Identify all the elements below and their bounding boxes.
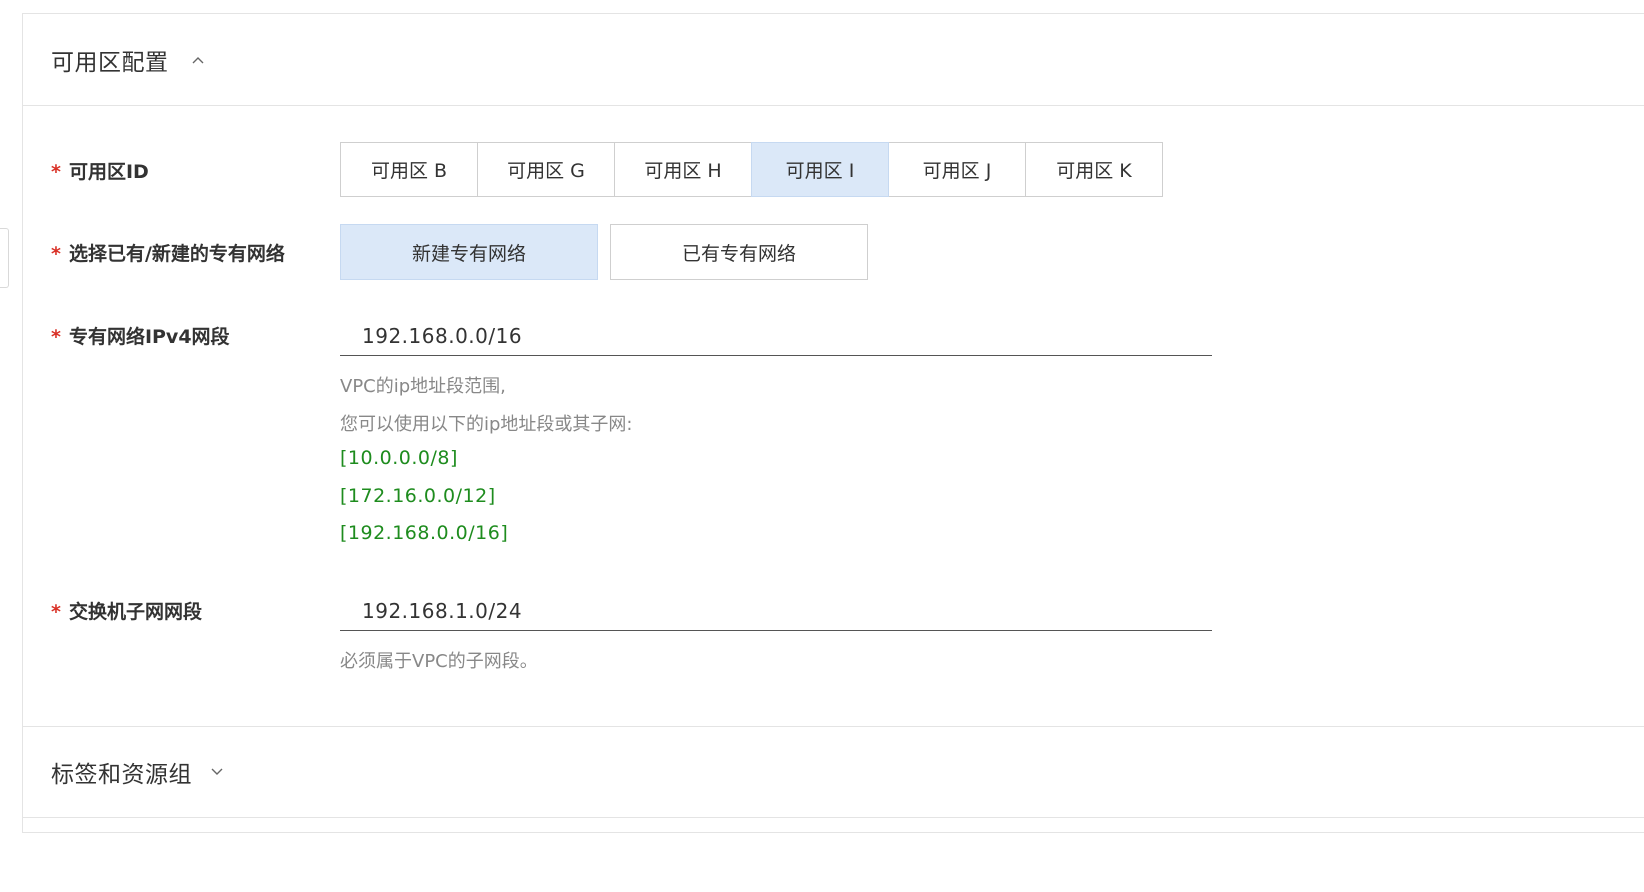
- zone-id-selector: 可用区 B 可用区 G 可用区 H 可用区 I 可用区 J 可用区 K: [340, 142, 1163, 197]
- zone-section-title: 可用区配置: [51, 49, 169, 76]
- config-panel: 可用区配置 * 可用区ID 可用区 B 可用区 G 可用区 H 可用区 I 可用区…: [22, 13, 1644, 833]
- required-mark: *: [51, 161, 61, 183]
- cidr-suggestion-192[interactable]: [192.168.0.0/16]: [340, 522, 508, 544]
- vpc-cidr-input[interactable]: 192.168.0.0/16: [340, 316, 1212, 356]
- zone-option-k[interactable]: 可用区 K: [1025, 142, 1163, 197]
- zone-id-label: * 可用区ID: [51, 157, 149, 184]
- vpc-mode-selector: 新建专有网络 已有专有网络: [340, 224, 868, 280]
- vpc-select-label-text: 选择已有/新建的专有网络: [68, 243, 285, 265]
- chevron-up-icon[interactable]: [191, 53, 205, 67]
- required-mark: *: [51, 243, 61, 265]
- side-collapse-tab[interactable]: [0, 228, 9, 288]
- cidr-suggestion-172[interactable]: [172.16.0.0/12]: [340, 485, 496, 507]
- vswitch-cidr-label: * 交换机子网网段: [51, 597, 202, 624]
- required-mark: *: [51, 601, 61, 623]
- zone-id-label-text: 可用区ID: [68, 161, 149, 183]
- required-mark: *: [51, 326, 61, 348]
- vswitch-cidr-hint: 必须属于VPC的子网段。: [340, 651, 538, 672]
- cidr-suggestion-10[interactable]: [10.0.0.0/8]: [340, 447, 458, 469]
- zone-option-g[interactable]: 可用区 G: [477, 142, 615, 197]
- page: 可用区配置 * 可用区ID 可用区 B 可用区 G 可用区 H 可用区 I 可用区…: [0, 0, 1644, 892]
- vpc-cidr-hint-line2: 您可以使用以下的ip地址段或其子网:: [340, 414, 633, 435]
- chevron-down-icon[interactable]: [210, 765, 224, 779]
- zone-option-h[interactable]: 可用区 H: [614, 142, 752, 197]
- vswitch-cidr-input[interactable]: 192.168.1.0/24: [340, 591, 1212, 631]
- vswitch-cidr-label-text: 交换机子网网段: [68, 601, 202, 623]
- zone-option-b[interactable]: 可用区 B: [340, 142, 478, 197]
- tags-section-title: 标签和资源组: [51, 762, 192, 788]
- existing-vpc-button[interactable]: 已有专有网络: [610, 224, 868, 280]
- zone-option-j[interactable]: 可用区 J: [888, 142, 1026, 197]
- zone-section-header[interactable]: 可用区配置: [23, 14, 1644, 106]
- vpc-select-label: * 选择已有/新建的专有网络: [51, 239, 285, 266]
- new-vpc-button[interactable]: 新建专有网络: [340, 224, 598, 280]
- zone-option-i[interactable]: 可用区 I: [751, 142, 889, 197]
- vpc-cidr-label: * 专有网络IPv4网段: [51, 322, 230, 349]
- tags-section-header[interactable]: 标签和资源组: [23, 726, 1644, 818]
- vpc-cidr-hint-line1: VPC的ip地址段范围,: [340, 376, 506, 397]
- vpc-cidr-label-text: 专有网络IPv4网段: [68, 326, 230, 348]
